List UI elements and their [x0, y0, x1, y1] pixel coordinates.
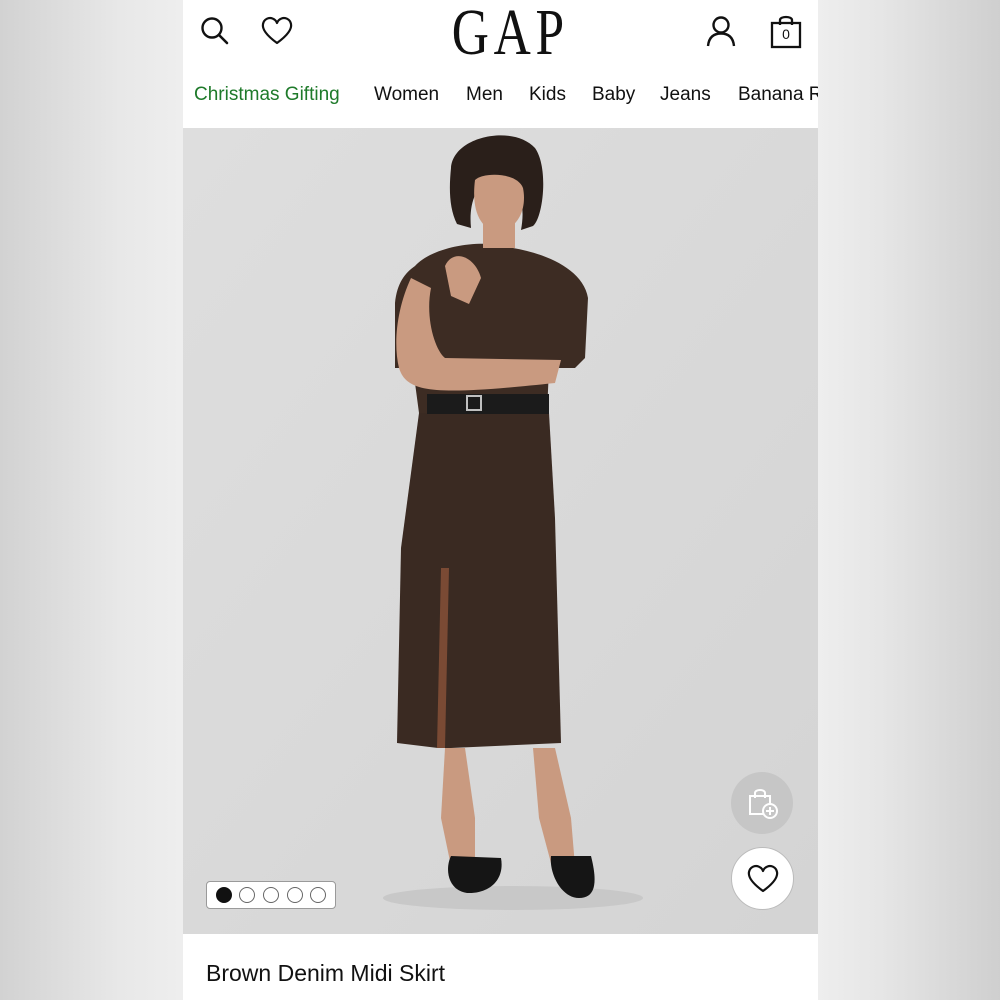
- search-button[interactable]: [197, 13, 233, 49]
- heart-icon: [261, 16, 293, 45]
- model-photo: [183, 128, 818, 934]
- product-title: Brown Denim Midi Skirt: [206, 960, 445, 986]
- add-to-favorites-button[interactable]: [731, 847, 794, 910]
- carousel-dot-3[interactable]: [262, 887, 279, 903]
- phone-screen: GAP 0 Christmas Gifting Women Men Kids B…: [183, 0, 818, 1000]
- account-button[interactable]: [703, 13, 739, 49]
- nav-item-banana-republic[interactable]: Banana Republic: [738, 80, 818, 110]
- nav-item-kids[interactable]: Kids: [529, 80, 566, 110]
- category-nav: Christmas Gifting Women Men Kids Baby Je…: [183, 80, 818, 110]
- bag-count: 0: [782, 26, 790, 42]
- quick-add-button[interactable]: [731, 772, 793, 834]
- carousel-dot-5[interactable]: [310, 887, 327, 903]
- nav-item-jeans[interactable]: Jeans: [660, 80, 711, 110]
- nav-item-baby[interactable]: Baby: [592, 80, 635, 110]
- gap-logo[interactable]: GAP: [452, 0, 564, 66]
- carousel-dot-4[interactable]: [286, 887, 303, 903]
- carousel-dot-1[interactable]: [215, 887, 232, 903]
- heart-icon: [747, 864, 778, 892]
- carousel-dot-2[interactable]: [239, 887, 256, 903]
- favorites-button[interactable]: [259, 13, 295, 49]
- product-hero-image[interactable]: [183, 128, 818, 934]
- carousel-indicator: [206, 881, 336, 909]
- bag-add-icon: [749, 789, 778, 819]
- bag-button[interactable]: 0: [767, 13, 805, 51]
- nav-item-women[interactable]: Women: [374, 80, 439, 110]
- search-icon: [201, 17, 229, 45]
- site-header: GAP 0 Christmas Gifting Women Men Kids B…: [183, 0, 818, 128]
- nav-item-christmas-gifting[interactable]: Christmas Gifting: [194, 80, 340, 110]
- user-icon: [706, 16, 736, 47]
- nav-item-men[interactable]: Men: [466, 80, 503, 110]
